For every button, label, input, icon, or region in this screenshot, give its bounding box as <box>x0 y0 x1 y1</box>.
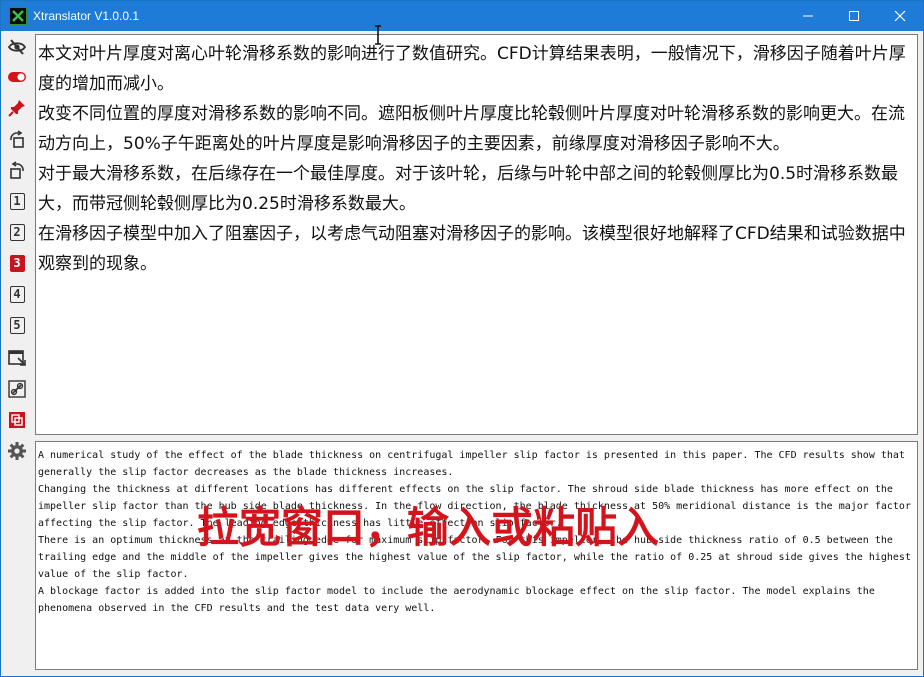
title-bar[interactable]: Xtranslator V1.0.0.1 <box>1 1 923 31</box>
preset-5-button[interactable]: 5 <box>5 313 29 337</box>
hide-button[interactable] <box>5 35 29 59</box>
window-icon <box>8 350 26 366</box>
pin-icon <box>8 100 25 117</box>
preset-4-label: 4 <box>9 285 25 303</box>
preset-5-label: 5 <box>9 316 25 334</box>
preset-1-label: 1 <box>9 192 25 210</box>
preset-1-button[interactable]: 1 <box>5 189 29 213</box>
pin-button[interactable] <box>5 96 29 120</box>
source-text-area[interactable]: 本文对叶片厚度对离心叶轮滑移系数的影响进行了数值研究。CFD计算结果表明，一般情… <box>35 34 918 435</box>
settings-button[interactable] <box>5 439 29 463</box>
preset-2-button[interactable]: 2 <box>5 220 29 244</box>
preset-4-button[interactable]: 4 <box>5 282 29 306</box>
close-icon <box>894 10 906 22</box>
preset-2-label: 2 <box>9 223 25 241</box>
app-window: Xtranslator V1.0.0.1 1 2 3 4 5 本文对叶片厚度对离… <box>0 0 924 677</box>
toggle-icon <box>8 72 26 82</box>
minimize-button[interactable] <box>785 1 831 31</box>
copy-button[interactable] <box>5 408 29 432</box>
preset-3-label: 3 <box>9 254 25 272</box>
hide-icon <box>7 39 27 55</box>
maximize-icon <box>849 11 859 21</box>
window-button[interactable] <box>5 346 29 370</box>
close-button[interactable] <box>877 1 923 31</box>
gear-icon <box>8 442 26 460</box>
rotate-right-button[interactable] <box>5 158 29 182</box>
source-text: 本文对叶片厚度对离心叶轮滑移系数的影响进行了数值研究。CFD计算结果表明，一般情… <box>38 44 906 274</box>
minimize-icon <box>803 15 813 17</box>
rotate-left-icon <box>10 130 24 148</box>
maximize-button[interactable] <box>831 1 877 31</box>
preset-3-button[interactable]: 3 <box>5 251 29 275</box>
link-icon <box>8 380 26 398</box>
usage-hint: 拉宽窗口，输入或粘贴入 <box>197 503 660 552</box>
rotate-left-button[interactable] <box>5 127 29 151</box>
rotate-right-icon <box>10 161 24 179</box>
sidebar: 1 2 3 4 5 <box>1 31 34 676</box>
app-logo-icon <box>9 7 27 25</box>
text-cursor-icon <box>375 25 381 45</box>
copy-icon <box>9 412 25 428</box>
link-button[interactable] <box>5 377 29 401</box>
window-title: Xtranslator V1.0.0.1 <box>33 9 140 23</box>
toggle-button[interactable] <box>5 65 29 89</box>
